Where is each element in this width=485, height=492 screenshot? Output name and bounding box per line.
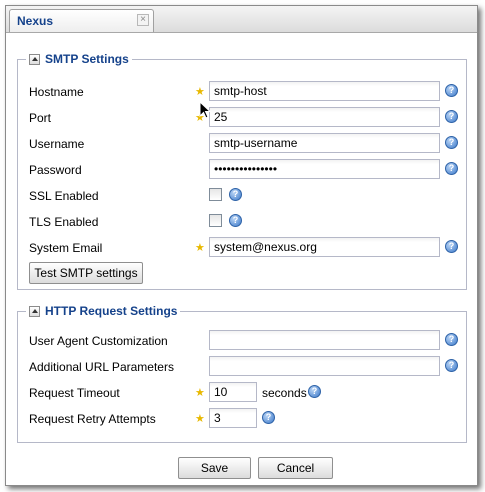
help-icon[interactable]: ? [308,385,321,398]
timeout-label: Request Timeout [29,386,120,400]
help-icon[interactable]: ? [445,84,458,97]
retry-label: Request Retry Attempts [29,412,156,426]
timeout-row: Request Timeout ★ seconds ? [7,382,476,404]
tab-bar: Nexus × [6,6,477,33]
close-icon[interactable]: × [137,14,149,26]
help-icon[interactable]: ? [445,162,458,175]
http-settings-legend: HTTP Request Settings [26,304,180,318]
ssl-row: SSL Enabled ? [7,185,476,207]
hostname-input[interactable] [209,81,440,101]
url-params-label: Additional URL Parameters [29,360,174,374]
hostname-row: Hostname ★ ? [7,81,476,103]
password-label: Password [29,163,82,177]
username-row: Username ? [7,133,476,155]
help-icon[interactable]: ? [445,240,458,253]
system-email-row: System Email ★ ? [7,237,476,259]
settings-panel: SMTP Settings Hostname ★ ? Port ★ ? User… [7,33,476,484]
user-agent-label: User Agent Customization [29,334,168,348]
ssl-label: SSL Enabled [29,189,99,203]
required-star-icon: ★ [195,413,205,425]
help-icon[interactable]: ? [445,110,458,123]
port-label: Port [29,111,52,125]
port-input[interactable] [209,107,440,127]
tab-nexus[interactable]: Nexus × [9,9,154,32]
save-button[interactable]: Save [178,457,251,479]
tls-checkbox[interactable] [209,214,222,227]
system-email-label: System Email [29,241,103,255]
username-input[interactable] [209,133,440,153]
url-params-input[interactable] [209,356,440,376]
ssl-checkbox[interactable] [209,188,222,201]
password-row: Password ? [7,159,476,181]
port-row: Port ★ ? [7,107,476,129]
help-icon[interactable]: ? [445,333,458,346]
tls-row: TLS Enabled ? [7,211,476,233]
timeout-unit: seconds [262,386,307,400]
smtp-settings-title: SMTP Settings [45,52,129,66]
required-star-icon: ★ [195,242,205,254]
nexus-window: Nexus × SMTP Settings Hostname ★ ? Port … [5,5,478,486]
smtp-settings-legend: SMTP Settings [26,52,132,66]
timeout-input[interactable] [209,382,257,402]
cancel-button[interactable]: Cancel [258,457,333,479]
tls-label: TLS Enabled [29,215,99,229]
test-smtp-button[interactable]: Test SMTP settings [29,262,143,284]
required-star-icon: ★ [195,387,205,399]
tab-title: Nexus [17,14,54,28]
help-icon[interactable]: ? [229,214,242,227]
help-icon[interactable]: ? [262,411,275,424]
password-input[interactable] [209,159,440,179]
retry-row: Request Retry Attempts ★ ? [7,408,476,430]
retry-input[interactable] [209,408,257,428]
help-icon[interactable]: ? [445,359,458,372]
username-label: Username [29,137,85,151]
collapse-icon[interactable] [29,305,40,317]
mouse-cursor-icon [199,101,211,119]
help-icon[interactable]: ? [229,188,242,201]
required-star-icon: ★ [195,86,205,98]
url-params-row: Additional URL Parameters ? [7,356,476,378]
collapse-icon[interactable] [29,53,40,65]
user-agent-row: User Agent Customization ? [7,330,476,352]
help-icon[interactable]: ? [445,136,458,149]
user-agent-input[interactable] [209,330,440,350]
hostname-label: Hostname [29,85,84,99]
system-email-input[interactable] [209,237,440,257]
http-settings-title: HTTP Request Settings [45,304,178,318]
